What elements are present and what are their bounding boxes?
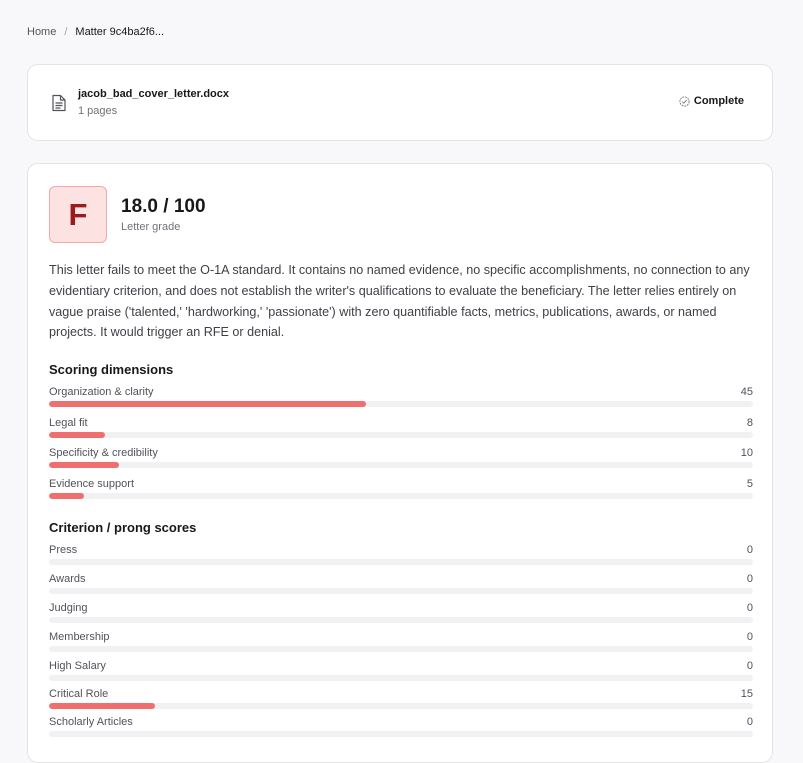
criterion-label: Judging [49,602,88,614]
criterion-label: Awards [49,573,86,585]
grade-report-card: F 18.0 / 100 Letter grade This letter fa… [27,163,773,763]
dimension-row-organization: Organization & clarity 45 [49,386,753,408]
check-circle-icon [679,95,690,107]
criterion-value: 0 [746,573,753,585]
criterion-value: 0 [746,660,753,672]
progress-track [49,731,753,737]
file-page-count: 1 pages [78,105,118,117]
criterion-row-critical-role: Critical Role 15 [49,688,753,710]
criterion-value: 0 [746,716,753,728]
criterion-row-high-salary: High Salary 0 [49,660,753,682]
dimension-value: 8 [746,417,753,429]
progress-fill [49,703,155,709]
dimension-label: Specificity & credibility [49,447,158,459]
score-label: Letter grade [121,221,181,233]
letter-grade-badge: F [49,186,107,243]
criterion-row-judging: Judging 0 [49,602,753,624]
progress-fill [49,493,85,499]
overall-score: 18.0 / 100 [121,196,206,217]
criterion-value: 15 [740,688,753,700]
progress-track [49,646,753,652]
breadcrumb: Home / Matter 9c4ba2f6... [27,26,164,38]
criterion-row-press: Press 0 [49,544,753,566]
status-label: Complete [693,95,744,107]
progress-track [49,559,753,565]
dimension-label: Legal fit [49,417,88,429]
progress-track [49,401,753,407]
dimension-value: 45 [740,386,753,398]
dimension-row-evidence: Evidence support 5 [49,478,753,500]
breadcrumb-separator: / [64,26,68,38]
criterion-label: High Salary [49,660,106,672]
dimension-row-specificity: Specificity & credibility 10 [49,447,753,469]
progress-track [49,432,753,438]
dimension-value: 5 [746,478,753,490]
breadcrumb-home-link[interactable]: Home [27,26,56,38]
progress-fill [49,401,366,407]
criterion-label: Press [49,544,78,556]
dimension-label: Organization & clarity [49,386,154,398]
criterion-value: 0 [746,631,753,643]
status-badge: Complete [679,95,744,107]
progress-fill [49,432,106,438]
dimension-value: 10 [740,447,753,459]
criterion-value: 0 [746,602,753,614]
progress-track [49,588,753,594]
file-card: jacob_bad_cover_letter.docx 1 pages Comp… [27,64,773,141]
criterion-label: Scholarly Articles [49,716,133,728]
file-text-icon [52,94,66,112]
grade-summary: This letter fails to meet the O-1A stand… [49,263,750,340]
dimension-row-legal-fit: Legal fit 8 [49,417,753,439]
criterion-label: Membership [49,631,110,643]
criterion-label: Critical Role [49,688,109,700]
progress-track [49,617,753,623]
progress-fill [49,462,120,468]
criterion-value: 0 [746,544,753,556]
progress-track [49,462,753,468]
criterion-row-membership: Membership 0 [49,631,753,653]
criterion-row-scholarly-articles: Scholarly Articles 0 [49,716,753,738]
file-name[interactable]: jacob_bad_cover_letter.docx [78,88,229,100]
criterion-row-awards: Awards 0 [49,573,753,595]
scoring-dimensions-heading: Scoring dimensions [49,362,174,377]
progress-track [49,493,753,499]
criterion-scores-heading: Criterion / prong scores [49,520,197,535]
progress-track [49,703,753,709]
progress-track [49,675,753,681]
breadcrumb-current: Matter 9c4ba2f6... [75,26,165,38]
dimension-label: Evidence support [49,478,134,490]
